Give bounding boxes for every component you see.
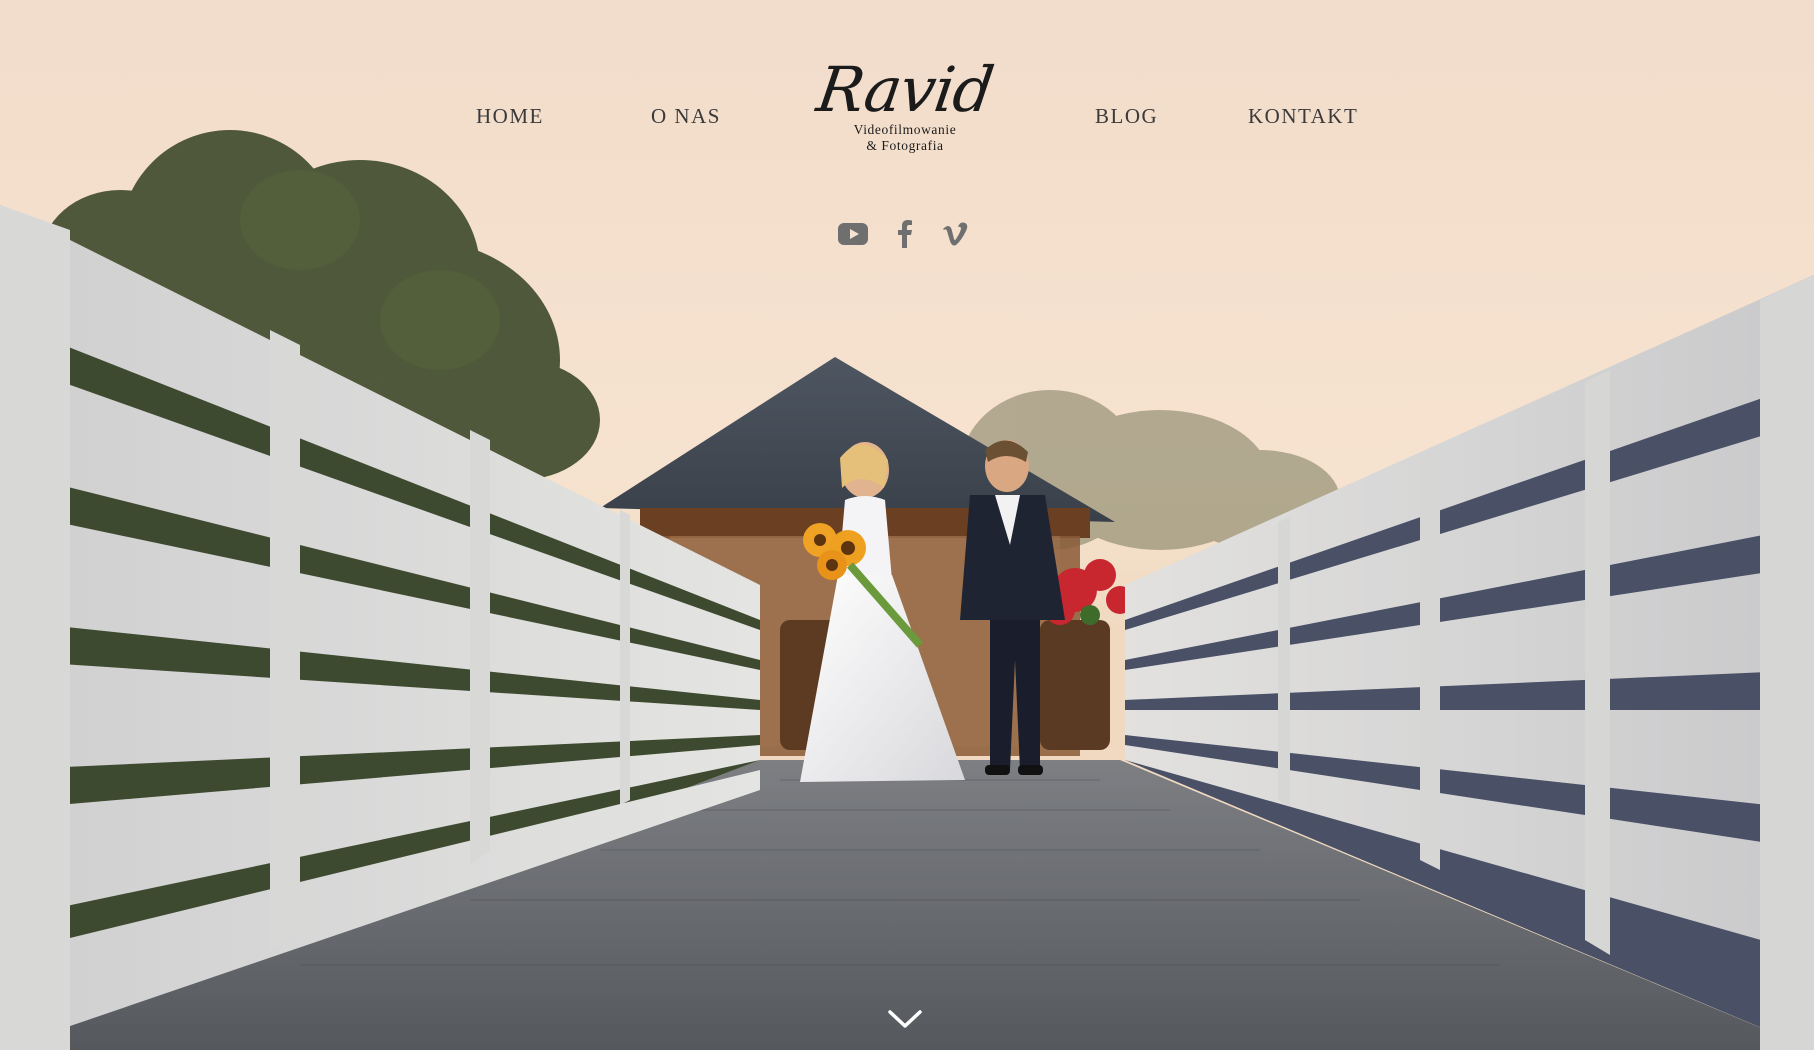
nav-blog[interactable]: BLOG <box>1095 104 1158 129</box>
logo-subtitle-line2: & Fotografia <box>866 138 944 153</box>
logo-script: Ravid <box>812 53 998 126</box>
nav-contact[interactable]: KONTAKT <box>1248 104 1358 129</box>
facebook-icon[interactable] <box>890 218 920 250</box>
nav-home[interactable]: HOME <box>476 104 544 129</box>
chevron-down-icon[interactable] <box>885 1005 925 1033</box>
youtube-icon[interactable] <box>836 218 870 250</box>
logo[interactable]: Ravid Videofilmowanie & Fotografia <box>813 53 998 168</box>
vimeo-icon[interactable] <box>940 218 970 250</box>
nav-about[interactable]: O NAS <box>651 104 721 129</box>
